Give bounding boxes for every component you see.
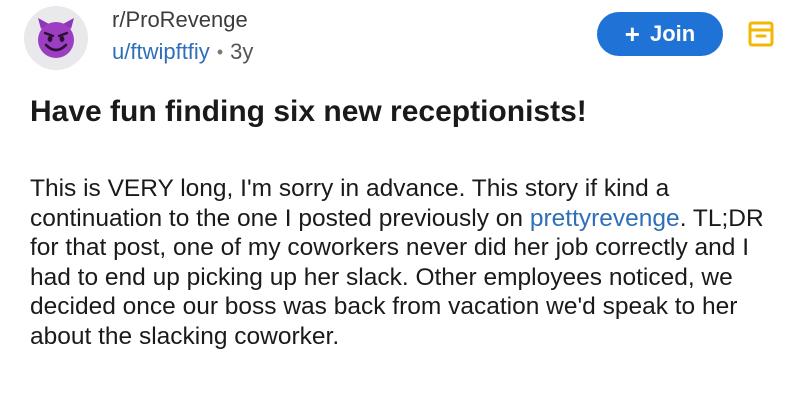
author-username[interactable]: u/ftwipftfiy — [112, 38, 210, 66]
author-line: u/ftwipftfiy • 3y — [112, 38, 253, 66]
subreddit-name[interactable]: r/ProRevenge — [112, 6, 253, 34]
join-button[interactable]: + Join — [597, 12, 723, 56]
post-age: 3y — [230, 39, 254, 64]
post-meta: r/ProRevenge u/ftwipftfiy • 3y — [112, 6, 253, 66]
plus-icon: + — [624, 19, 640, 49]
post-header: r/ProRevenge u/ftwipftfiy • 3y + Join — [0, 0, 800, 80]
join-label: Join — [649, 21, 696, 46]
subreddit-link[interactable]: prettyrevenge — [530, 205, 680, 232]
bookmark-icon[interactable] — [748, 21, 774, 47]
subreddit-avatar[interactable] — [24, 6, 88, 70]
purple-devil-emoji-icon — [38, 18, 74, 58]
post-title[interactable]: Have fun finding six new receptionists! — [30, 92, 587, 132]
meta-separator: • — [216, 42, 224, 62]
post-body: This is VERY long, I'm sorry in advance.… — [30, 174, 780, 351]
